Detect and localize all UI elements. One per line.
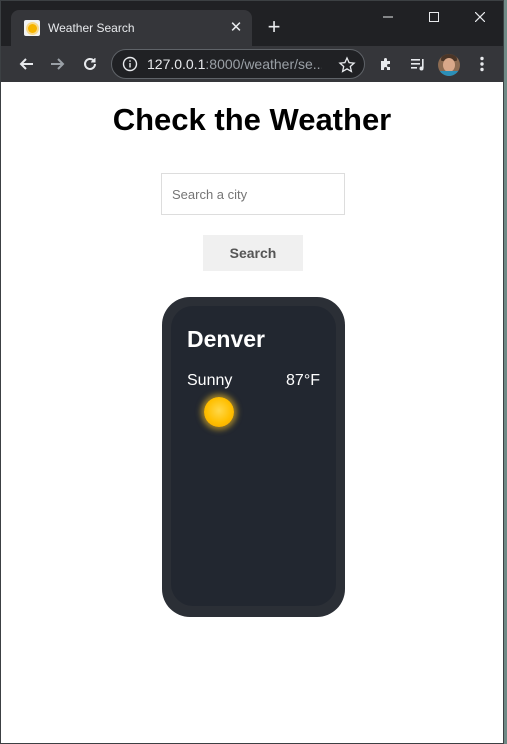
tab-title: Weather Search bbox=[48, 21, 135, 35]
back-icon[interactable] bbox=[12, 50, 40, 78]
tab-strip: Weather Search ✕ + bbox=[1, 1, 503, 46]
address-bar[interactable]: 127.0.0.1:8000/weather/se... bbox=[111, 49, 365, 79]
browser-toolbar: 127.0.0.1:8000/weather/se... bbox=[1, 46, 503, 82]
url-host: 127.0.0.1 bbox=[147, 56, 206, 72]
profile-avatar[interactable] bbox=[438, 54, 460, 76]
city-search-input[interactable] bbox=[161, 173, 345, 215]
menu-kebab-icon[interactable] bbox=[468, 50, 496, 78]
tab-close-icon[interactable]: ✕ bbox=[228, 20, 244, 36]
extensions-puzzle-icon[interactable] bbox=[372, 50, 400, 78]
weather-favicon-icon bbox=[24, 20, 40, 36]
city-name: Denver bbox=[187, 326, 265, 352]
page-content: Check the Weather Search Denver Sunny 87… bbox=[1, 82, 503, 743]
tab-weather-search[interactable]: Weather Search ✕ bbox=[11, 10, 252, 46]
close-window-icon[interactable] bbox=[457, 1, 503, 33]
minimize-icon[interactable] bbox=[365, 1, 411, 33]
bookmark-star-icon[interactable] bbox=[338, 56, 356, 74]
forward-icon[interactable] bbox=[44, 50, 72, 78]
weather-condition: Sunny bbox=[187, 372, 233, 389]
sun-icon bbox=[204, 397, 234, 427]
site-info-icon[interactable] bbox=[122, 56, 138, 72]
search-button[interactable]: Search bbox=[203, 235, 303, 271]
media-queue-icon[interactable] bbox=[404, 50, 432, 78]
reload-icon[interactable] bbox=[76, 50, 104, 78]
weather-card: Denver Sunny 87°F bbox=[162, 297, 345, 617]
new-tab-icon[interactable]: + bbox=[263, 16, 285, 38]
temperature: 87°F bbox=[286, 372, 320, 389]
weather-card-inner: Denver Sunny 87°F bbox=[171, 306, 336, 606]
url-text: 127.0.0.1:8000/weather/se... bbox=[147, 56, 322, 72]
browser-window: Weather Search ✕ + 127.0.0.1:8000/weathe… bbox=[0, 0, 504, 744]
url-path: :8000/weather/se... bbox=[205, 56, 322, 72]
maximize-icon[interactable] bbox=[411, 1, 457, 33]
page-title: Check the Weather bbox=[112, 102, 392, 137]
